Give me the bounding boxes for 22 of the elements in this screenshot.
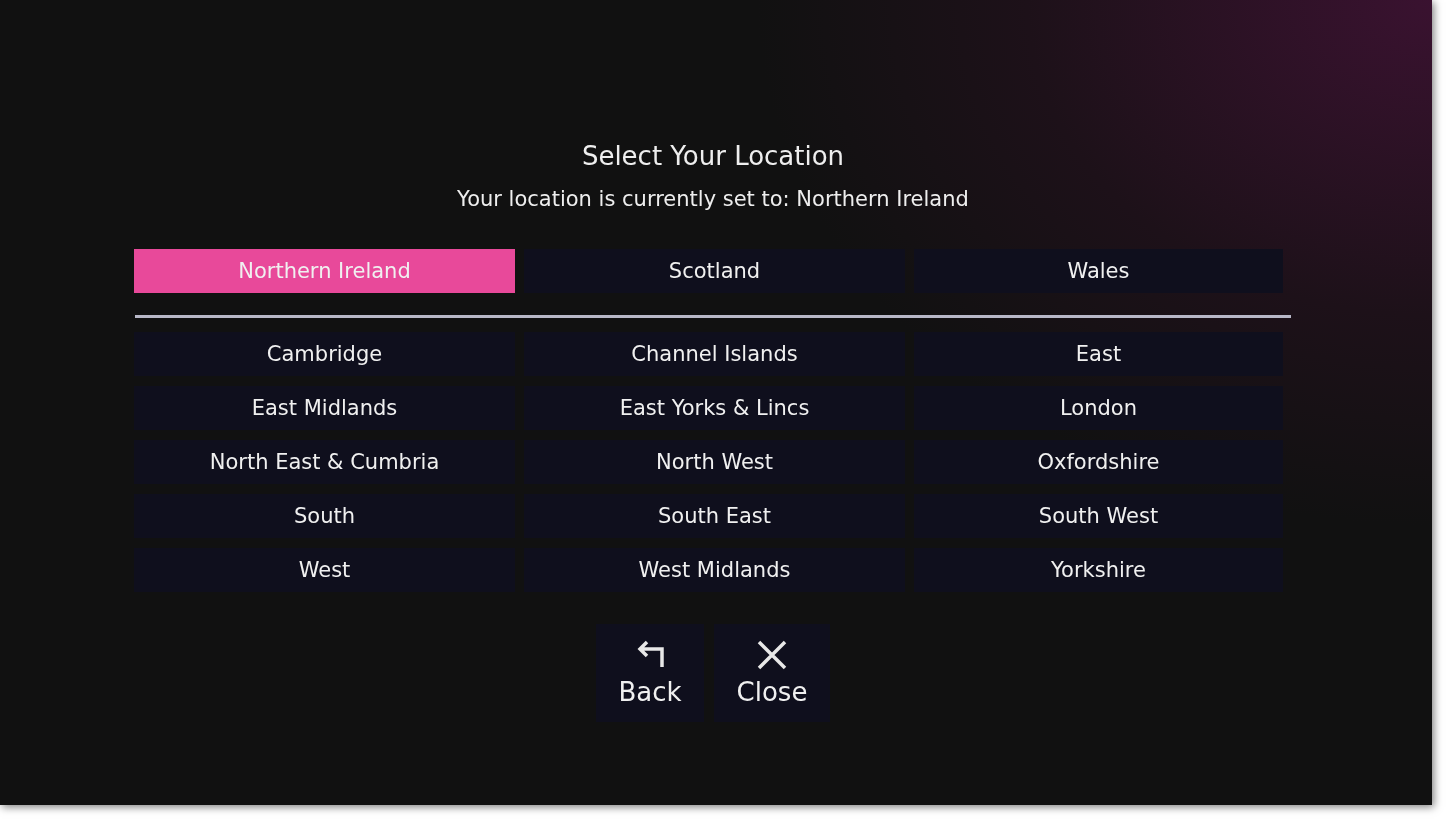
location-option[interactable]: London: [914, 386, 1283, 430]
location-option[interactable]: North West: [524, 440, 905, 484]
location-option[interactable]: Scotland: [524, 249, 905, 293]
location-option[interactable]: Channel Islands: [524, 332, 905, 376]
location-option[interactable]: West: [134, 548, 515, 592]
location-option[interactable]: South: [134, 494, 515, 538]
location-option[interactable]: East: [914, 332, 1283, 376]
location-option[interactable]: South East: [524, 494, 905, 538]
location-option[interactable]: East Midlands: [134, 386, 515, 430]
close-button[interactable]: Close: [714, 624, 830, 722]
location-option[interactable]: South West: [914, 494, 1283, 538]
dialog-title: Select Your Location: [581, 140, 845, 173]
location-option[interactable]: Cambridge: [134, 332, 515, 376]
location-option[interactable]: Oxfordshire: [914, 440, 1283, 484]
location-option[interactable]: Yorkshire: [914, 548, 1283, 592]
back-button[interactable]: Back: [596, 624, 704, 722]
location-option[interactable]: Wales: [914, 249, 1283, 293]
location-option[interactable]: West Midlands: [524, 548, 905, 592]
current-location-text: Your location is currently set to: Northern Ireland: [457, 186, 969, 213]
location-option[interactable]: North East & Cumbria: [134, 440, 515, 484]
close-icon: [756, 639, 788, 671]
location-option[interactable]: East Yorks & Lincs: [524, 386, 905, 430]
